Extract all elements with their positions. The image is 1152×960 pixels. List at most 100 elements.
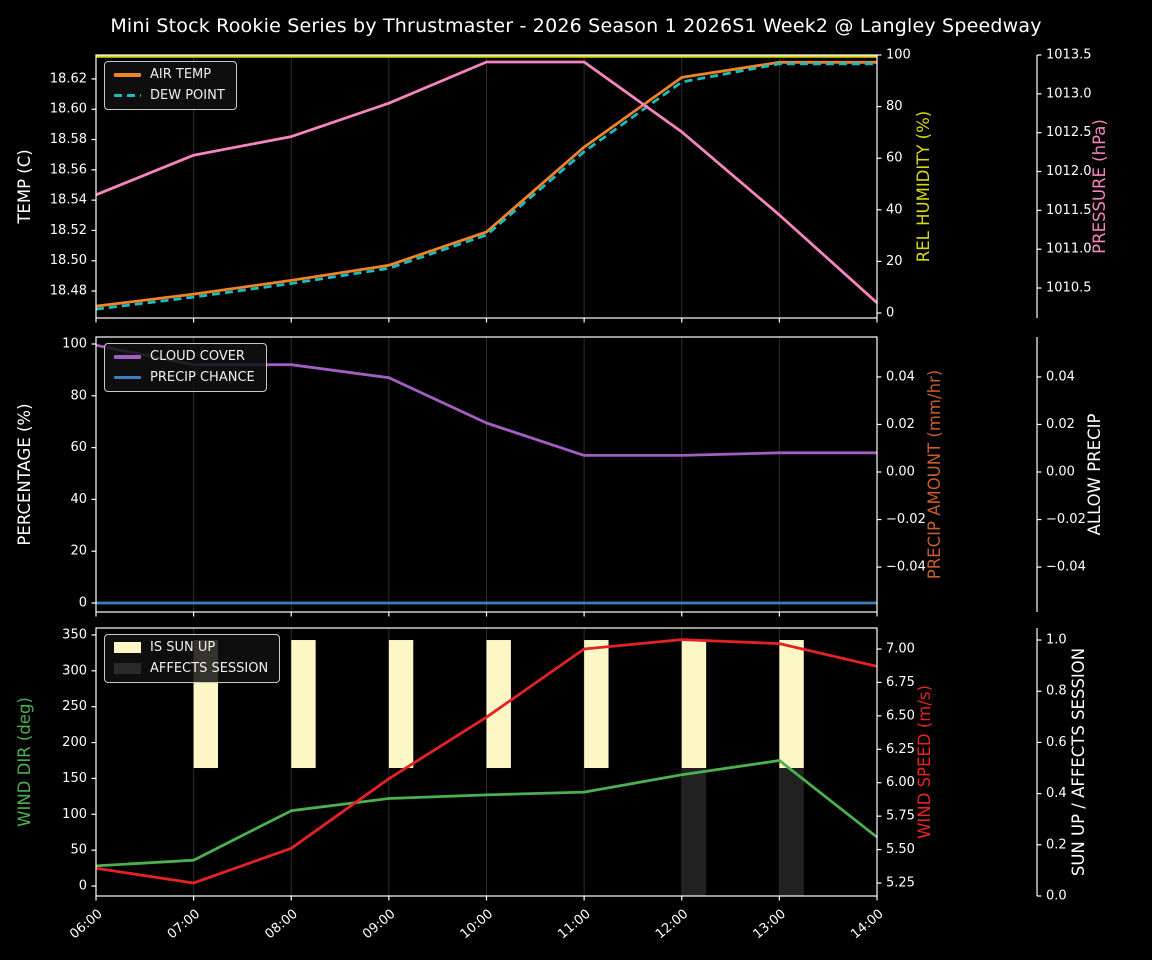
- y-tick-label-right1: 0.02: [886, 417, 915, 432]
- x-tick-label: 12:00: [653, 907, 691, 943]
- legend-swatch-cloud-cover: [114, 355, 141, 359]
- legend-swatch-affects-session: [114, 662, 141, 674]
- y-tick-label-left: 18.62: [50, 71, 87, 86]
- x-tick-label: 13:00: [751, 907, 789, 943]
- y-tick-label-left: 100: [62, 336, 87, 351]
- y-tick-label-right2: −0.02: [1046, 512, 1086, 527]
- y-tick-label-right2: 1.0: [1046, 633, 1067, 648]
- y-axis-label-wind-dir-deg: WIND DIR (deg): [15, 697, 34, 827]
- y-tick-label-right1: 0.04: [886, 369, 915, 384]
- y-tick-label-left: 50: [70, 843, 87, 858]
- affects-session-bar: [779, 768, 804, 896]
- legend-item-precip-chance: PRECIP CHANCE: [114, 370, 255, 386]
- y-tick-label-left: 0: [79, 596, 87, 611]
- legend-swatch-dew-point: [114, 93, 141, 98]
- x-tick-label: 11:00: [555, 907, 593, 943]
- x-tick-label: 09:00: [360, 907, 398, 943]
- y-tick-label-right2: 0.4: [1046, 786, 1067, 801]
- legend-item-cloud-cover: CLOUD COVER: [114, 349, 255, 365]
- legend-label: DEW POINT: [150, 87, 225, 103]
- y-tick-label-right1: 60: [886, 151, 903, 166]
- y-tick-label-right2: 1013.0: [1046, 86, 1092, 101]
- legend-label: IS SUN UP: [150, 640, 216, 655]
- legend-wind-panel: IS SUN UP AFFECTS SESSION: [104, 634, 281, 684]
- y-tick-label-left: 18.58: [50, 132, 87, 147]
- is-sun-up-bar: [681, 640, 707, 769]
- y-tick-label-right1: 6.25: [886, 742, 915, 757]
- y-tick-label-left: 20: [70, 544, 87, 559]
- legend-swatch-is-sun-up: [114, 642, 141, 654]
- y-tick-label-left: 18.48: [50, 284, 87, 299]
- y-tick-label-right2: 0.2: [1046, 837, 1067, 852]
- legend-item-dew-point: DEW POINT: [114, 88, 225, 104]
- y-tick-label-left: 18.54: [50, 193, 87, 208]
- y-tick-label-right1: 5.75: [886, 809, 915, 824]
- y-axis-label-sun-up-affects-session: SUN UP / AFFECTS SESSION: [1069, 648, 1088, 876]
- y-axis-label-allow-precip: ALLOW PRECIP: [1085, 414, 1104, 536]
- y-tick-label-left: 18.50: [50, 253, 87, 268]
- y-axis-label-rel-humidity: REL HUMIDITY (%): [914, 111, 933, 262]
- legend-swatch-precip-chance: [114, 375, 141, 380]
- legend-temperature-panel: AIR TEMP DEW POINT: [104, 61, 237, 111]
- x-tick-label: 07:00: [165, 907, 203, 943]
- y-tick-label-left: 150: [62, 771, 87, 786]
- y-tick-label-right1: 80: [886, 99, 903, 114]
- y-tick-label-right2: 0.0: [1046, 889, 1067, 904]
- y-tick-label-left: 200: [62, 735, 87, 750]
- y-tick-label-right1: 6.00: [886, 775, 915, 790]
- legend-label: AIR TEMP: [150, 67, 212, 82]
- weather-charts-svg: 18.48 18.50 18.52 18.54 18.56 18.58 18.60 18.62…: [15, 48, 1109, 943]
- y-tick-label-right1: −0.02: [886, 512, 926, 527]
- x-tick-label: 08:00: [262, 907, 300, 943]
- legend-precipitation-panel: CLOUD COVER PRECIP CHANCE: [104, 343, 267, 393]
- y-tick-label-right1: 5.50: [886, 842, 915, 857]
- y-tick-label-right1: 6.75: [886, 675, 915, 690]
- legend-swatch-air-temp: [114, 73, 141, 77]
- y-tick-label-right2: 1013.5: [1046, 48, 1092, 63]
- y-tick-label-right1: 40: [886, 202, 903, 217]
- y-tick-label-left: 80: [70, 388, 87, 403]
- y-tick-label-right2: 1011.5: [1046, 203, 1092, 218]
- y-tick-label-right2: 1012.5: [1046, 125, 1092, 140]
- y-tick-label-right2: 0.6: [1046, 735, 1067, 750]
- y-tick-label-left: 300: [62, 663, 87, 678]
- y-tick-label-right1: 0: [886, 305, 894, 320]
- x-tick-label: 06:00: [67, 907, 105, 943]
- legend-item-affects-session: AFFECTS SESSION: [114, 661, 268, 677]
- legend-label: AFFECTS SESSION: [150, 660, 269, 676]
- y-tick-label-left: 350: [62, 627, 87, 642]
- legend-item-is-sun-up: IS SUN UP: [114, 640, 268, 656]
- legend-item-air-temp: AIR TEMP: [114, 67, 225, 83]
- y-tick-label-right2: −0.04: [1046, 560, 1086, 575]
- y-tick-label-right1: 20: [886, 254, 903, 269]
- y-tick-label-right1: −0.04: [886, 560, 926, 575]
- y-tick-label-left: 18.52: [50, 223, 87, 238]
- y-axis-label-wind-speed-m-s: WIND SPEED (m/s): [915, 685, 934, 839]
- y-tick-label-right2: 0.8: [1046, 684, 1067, 699]
- weather-forecast-figure: Mini Stock Rookie Series by Thrustmaster…: [0, 0, 1152, 960]
- y-tick-label-right1: 0.00: [886, 465, 915, 480]
- y-tick-label-left: 18.56: [50, 162, 87, 177]
- legend-label: PRECIP CHANCE: [150, 369, 255, 385]
- y-tick-label-right1: 5.25: [886, 876, 915, 891]
- y-tick-label-right2: 0.02: [1046, 417, 1075, 432]
- y-axis-label-percentage: PERCENTAGE (%): [15, 403, 34, 545]
- y-axis-label-temp-c: TEMP (C): [15, 149, 34, 224]
- y-tick-label-left: 60: [70, 440, 87, 455]
- is-sun-up-bar: [779, 640, 804, 769]
- y-tick-label-right2: 0.00: [1046, 465, 1075, 480]
- is-sun-up-bar: [584, 640, 609, 769]
- affects-session-bar: [681, 768, 707, 896]
- x-tick-label: 10:00: [458, 907, 496, 943]
- is-sun-up-bar: [388, 640, 414, 769]
- y-tick-label-right2: 1012.0: [1046, 164, 1092, 179]
- y-tick-label-right2: 1010.5: [1046, 281, 1092, 296]
- legend-label: CLOUD COVER: [150, 349, 245, 364]
- y-axis-label-precip-amount-mm-hr: PRECIP AMOUNT (mm/hr): [925, 370, 944, 580]
- y-tick-label-left: 250: [62, 699, 87, 714]
- y-tick-label-left: 0: [79, 879, 87, 894]
- y-tick-label-right2: 0.04: [1046, 369, 1075, 384]
- y-tick-label-right2: 1011.0: [1046, 242, 1092, 257]
- x-tick-label: 14:00: [848, 907, 886, 943]
- y-tick-label-left: 18.60: [50, 102, 87, 117]
